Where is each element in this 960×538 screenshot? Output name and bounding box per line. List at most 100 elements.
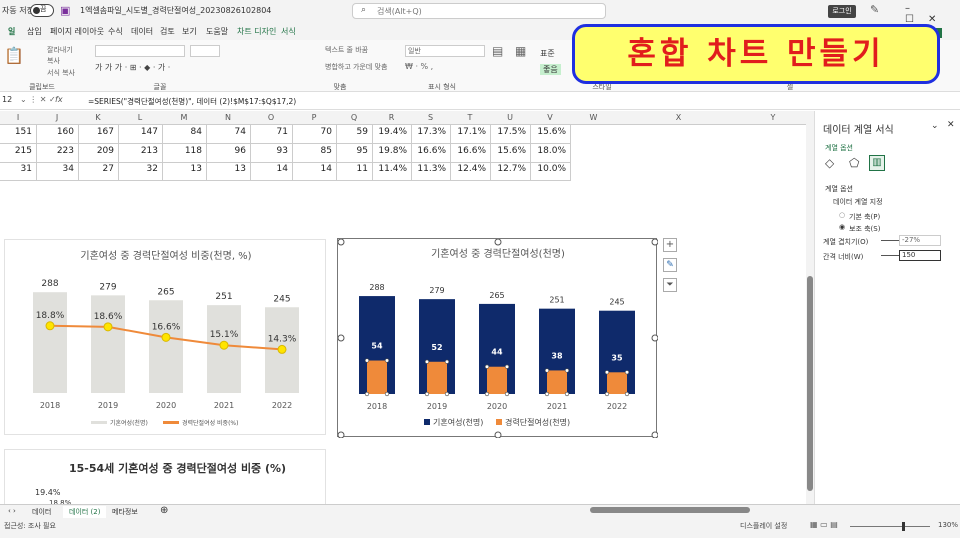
- cell[interactable]: 70: [292, 127, 336, 137]
- cell[interactable]: 213: [118, 146, 162, 156]
- chart-filter-icon[interactable]: ⏷: [663, 278, 677, 292]
- tab-format[interactable]: 서식: [281, 26, 296, 37]
- series-overlap-input[interactable]: -27%: [899, 235, 941, 246]
- column-header-i[interactable]: I: [0, 113, 36, 122]
- chart-career-break[interactable]: 기혼여성 중 경력단절여성(천명) 288 54 2018 279 52 2019 265 44…: [337, 238, 659, 439]
- cell[interactable]: 13: [162, 164, 206, 174]
- font-name-select[interactable]: [95, 45, 185, 57]
- cell[interactable]: 223: [36, 146, 78, 156]
- cell[interactable]: 19.8%: [372, 146, 411, 156]
- column-header-s[interactable]: S: [411, 113, 450, 122]
- cell[interactable]: 215: [0, 146, 36, 156]
- sheet-tab-meta[interactable]: 메타정보: [106, 506, 144, 518]
- cell[interactable]: 151: [0, 127, 36, 137]
- zoom-slider-thumb[interactable]: [902, 522, 905, 531]
- cell[interactable]: 17.5%: [490, 127, 530, 137]
- vertical-scroll-thumb[interactable]: [807, 276, 813, 491]
- chart-styles-brush-icon[interactable]: ✎: [663, 258, 677, 272]
- tab-data[interactable]: 데이터: [131, 26, 153, 37]
- pane-options-icon[interactable]: ⌄: [931, 121, 939, 131]
- zoom-slider[interactable]: [850, 526, 930, 527]
- cell[interactable]: 118: [162, 146, 206, 156]
- series-options-tab[interactable]: 계열 옵션: [825, 143, 853, 153]
- tab-home[interactable]: 일: [8, 26, 15, 37]
- cell[interactable]: 12.4%: [450, 164, 490, 174]
- cell[interactable]: 19.4%: [372, 127, 411, 137]
- cell[interactable]: 12.7%: [490, 164, 530, 174]
- secondary-axis-radio[interactable]: ◉: [839, 223, 845, 231]
- file-name[interactable]: 1엑셀솜파일_시도별_경력단절여성_20230826102804: [80, 5, 271, 16]
- column-header-o[interactable]: O: [250, 113, 292, 122]
- sheet-tab-data[interactable]: 데이터: [26, 506, 57, 518]
- cell[interactable]: 17.1%: [450, 127, 490, 137]
- cell[interactable]: 17.3%: [411, 127, 450, 137]
- gap-width-slider[interactable]: [881, 255, 899, 256]
- cell[interactable]: 84: [162, 127, 206, 137]
- cell[interactable]: 71: [250, 127, 292, 137]
- cell[interactable]: 18.0%: [530, 146, 570, 156]
- chart-elements-plus-icon[interactable]: +: [663, 238, 677, 252]
- column-header-m[interactable]: M: [162, 113, 206, 122]
- tab-chart-design[interactable]: 차트 디자인: [237, 26, 276, 37]
- column-header-l[interactable]: L: [118, 113, 162, 122]
- tab-review[interactable]: 검토: [160, 26, 175, 37]
- copy-button[interactable]: 복사: [47, 56, 60, 66]
- column-header-k[interactable]: K: [78, 113, 118, 122]
- fx-icon[interactable]: fx: [55, 95, 63, 104]
- cell[interactable]: 14: [250, 164, 292, 174]
- search-input[interactable]: ⌕ 검색(Alt+Q): [352, 3, 606, 19]
- column-header-y[interactable]: Y: [740, 113, 806, 122]
- column-header-p[interactable]: P: [292, 113, 336, 122]
- cell[interactable]: 209: [78, 146, 118, 156]
- paste-icon[interactable]: 📋: [4, 46, 24, 65]
- cut-button[interactable]: 잘라내기: [47, 45, 73, 55]
- cell[interactable]: 11.4%: [372, 164, 411, 174]
- series-options-chart-icon[interactable]: ▥: [869, 155, 885, 171]
- cell[interactable]: 74: [206, 127, 250, 137]
- zoom-level[interactable]: 130%: [938, 521, 958, 529]
- style-normal[interactable]: 표준: [540, 48, 555, 59]
- pen-icon[interactable]: ✎: [870, 3, 879, 16]
- tab-help[interactable]: 도움말: [206, 26, 228, 37]
- cell[interactable]: 13: [206, 164, 250, 174]
- accessibility-status[interactable]: 접근성: 조사 필요: [4, 521, 56, 531]
- name-box[interactable]: 12: [2, 95, 12, 104]
- chart-15-54-ratio[interactable]: 15-54세 기혼여성 중 경력단절여성 비중 (%) 19.4% 18.8%: [4, 449, 326, 507]
- column-header-j[interactable]: J: [36, 113, 78, 122]
- cell[interactable]: 15.6%: [490, 146, 530, 156]
- cell[interactable]: 96: [206, 146, 250, 156]
- sheet-nav-icon[interactable]: ‹ ›: [2, 506, 22, 516]
- cell[interactable]: 11.3%: [411, 164, 450, 174]
- merge-center-button[interactable]: 병합하고 가운데 맞춤: [325, 62, 387, 72]
- name-box-dropdown-icon[interactable]: ⌄ ⋮ ✕ ✓: [20, 95, 56, 104]
- number-format-buttons[interactable]: ₩ · % ,: [405, 62, 433, 71]
- effects-pentagon-icon[interactable]: ⬠: [849, 156, 859, 170]
- cell[interactable]: 14: [292, 164, 336, 174]
- pane-close-icon[interactable]: ✕: [947, 120, 955, 130]
- cell[interactable]: 16.6%: [450, 146, 490, 156]
- cell[interactable]: 31: [0, 164, 36, 174]
- chart-married-ratio[interactable]: 기혼여성 중 경력단절여성 비중(천명, %) 288 2018 279 2019 265…: [4, 239, 326, 435]
- worksheet[interactable]: IJKLMNOPQRSTUVWXY 151 160 167 147 84 74 71 70 59…: [0, 111, 806, 507]
- column-header-t[interactable]: T: [450, 113, 490, 122]
- tab-formulas[interactable]: 수식: [108, 26, 123, 37]
- cell[interactable]: 85: [292, 146, 336, 156]
- tab-view[interactable]: 보기: [182, 26, 197, 37]
- cell[interactable]: 93: [250, 146, 292, 156]
- cell[interactable]: 167: [78, 127, 118, 137]
- conditional-format-icon[interactable]: ▤: [492, 44, 503, 58]
- number-format-select[interactable]: 일반: [405, 45, 485, 57]
- save-icon[interactable]: ▣: [60, 4, 70, 17]
- table-format-icon[interactable]: ▦: [515, 44, 526, 58]
- display-settings[interactable]: 디스플레이 설정: [740, 521, 787, 531]
- column-header-u[interactable]: U: [490, 113, 530, 122]
- cell[interactable]: 95: [336, 146, 372, 156]
- column-header-w[interactable]: W: [570, 113, 617, 122]
- column-header-v[interactable]: V: [530, 113, 570, 122]
- view-mode-icons[interactable]: ▦ ▭ ▤: [810, 520, 838, 529]
- tab-insert[interactable]: 삽입: [27, 26, 42, 37]
- column-header-q[interactable]: Q: [336, 113, 372, 122]
- horizontal-scroll-thumb[interactable]: [590, 507, 750, 513]
- column-header-n[interactable]: N: [206, 113, 250, 122]
- cell[interactable]: 59: [336, 127, 372, 137]
